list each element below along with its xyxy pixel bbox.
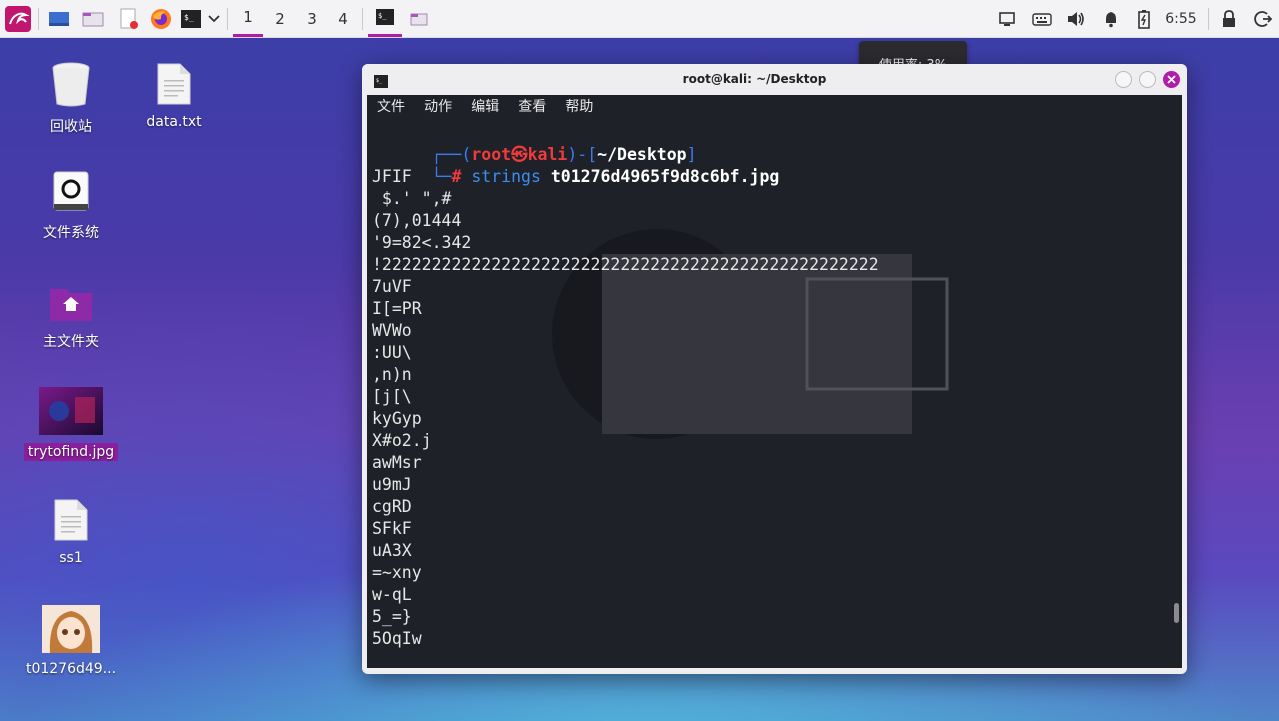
desktop-icon-label: 主文件夹 bbox=[43, 334, 99, 350]
output-line: 5OqIw bbox=[372, 629, 422, 648]
command-name: strings bbox=[471, 167, 541, 186]
output-line: 5_=} bbox=[372, 607, 412, 626]
taskbar: $_ 1 2 3 4 $_ 6:55 bbox=[0, 0, 1279, 38]
menu-help[interactable]: 帮助 bbox=[565, 95, 593, 119]
close-icon bbox=[1167, 75, 1176, 84]
menubar: 文件 动作 编辑 查看 帮助 bbox=[367, 95, 1182, 119]
output-line: $.' ",# bbox=[372, 189, 452, 208]
prompt-hash-prefix: └─ bbox=[431, 167, 452, 186]
firefox-icon[interactable] bbox=[147, 0, 175, 37]
output-line: awMsr bbox=[372, 453, 422, 472]
desktop-icon-data-txt[interactable]: data.txt bbox=[124, 62, 224, 130]
output-line: u9mJ bbox=[372, 475, 412, 494]
chevron-down-icon[interactable] bbox=[205, 0, 223, 37]
desktop-icon-label: ss1 bbox=[59, 550, 83, 566]
terminal-task-icon[interactable]: $_ bbox=[368, 0, 402, 37]
output-line: cgRD bbox=[372, 497, 412, 516]
desktop-icon-home-folder[interactable]: 主文件夹 bbox=[21, 283, 121, 351]
text-file-icon bbox=[54, 499, 88, 541]
output-line: X#o2.j bbox=[372, 431, 432, 450]
output-line: :UU\ bbox=[372, 343, 412, 362]
home-folder-icon bbox=[50, 289, 92, 321]
output-line: !222222222222222222222222222222222222222… bbox=[372, 255, 879, 274]
keyboard-icon[interactable] bbox=[1030, 0, 1054, 37]
desktop-icon-label: 回收站 bbox=[50, 119, 92, 135]
close-button[interactable] bbox=[1163, 71, 1180, 88]
output-line: JFIF bbox=[372, 167, 412, 186]
desktop-icon-t01276d49[interactable]: t01276d49... bbox=[21, 605, 121, 677]
output-line: =~xny bbox=[372, 563, 422, 582]
output-line: SFkF bbox=[372, 519, 412, 538]
show-desktop-icon[interactable] bbox=[45, 0, 73, 37]
desktop-icon-trytofind[interactable]: trytofind.jpg bbox=[21, 387, 121, 461]
workspace-1[interactable]: 1 bbox=[233, 0, 263, 37]
desktop-icon-label: trytofind.jpg bbox=[23, 443, 119, 461]
output-line: '9=82<.342 bbox=[372, 233, 472, 252]
terminal-output[interactable]: ┌──(root㉿kali)-[~/Desktop] └─# strings t… bbox=[367, 119, 1182, 668]
logout-icon[interactable] bbox=[1251, 0, 1275, 37]
notification-bell-icon[interactable] bbox=[1099, 0, 1123, 37]
file-manager-task-icon[interactable] bbox=[405, 0, 433, 37]
desktop-icon-ss1[interactable]: ss1 bbox=[21, 498, 121, 566]
image-file-icon bbox=[39, 387, 103, 435]
file-manager-icon[interactable] bbox=[79, 0, 107, 37]
window-titlebar[interactable]: $_ root@kali: ~/Desktop bbox=[362, 64, 1187, 95]
menu-edit[interactable]: 编辑 bbox=[471, 95, 499, 119]
desktop-icon-trash[interactable]: 回收站 bbox=[21, 60, 121, 136]
workspace-2[interactable]: 2 bbox=[265, 0, 295, 37]
menu-actions[interactable]: 动作 bbox=[424, 95, 452, 119]
text-file-icon bbox=[157, 63, 191, 105]
svg-text:$_: $_ bbox=[378, 12, 387, 20]
image-file-icon bbox=[42, 605, 100, 653]
text-editor-icon[interactable] bbox=[115, 0, 143, 37]
terminal-scrollbar[interactable] bbox=[1174, 603, 1179, 623]
kali-menu-icon[interactable] bbox=[3, 0, 33, 37]
trash-icon bbox=[52, 62, 90, 107]
output-line: uA3X bbox=[372, 541, 412, 560]
terminal-icon[interactable]: $_ bbox=[178, 0, 204, 37]
output-line: I[=PR bbox=[372, 299, 422, 318]
menu-view[interactable]: 查看 bbox=[518, 95, 546, 119]
desktop-icon-filesystem[interactable]: 文件系统 bbox=[21, 170, 121, 242]
display-icon[interactable] bbox=[995, 0, 1019, 37]
desktop-icon-label: data.txt bbox=[146, 114, 202, 130]
output-line: (7),01444 bbox=[372, 211, 462, 230]
output-line: 7uVF bbox=[372, 277, 412, 296]
svg-text:$_: $_ bbox=[184, 13, 194, 22]
volume-icon[interactable] bbox=[1064, 0, 1088, 37]
lock-icon[interactable] bbox=[1218, 0, 1240, 37]
workspace-4[interactable]: 4 bbox=[328, 0, 358, 37]
prompt-hash: # bbox=[451, 167, 462, 186]
window-title: root@kali: ~/Desktop bbox=[682, 72, 827, 86]
workspace-3[interactable]: 3 bbox=[297, 0, 327, 37]
clock[interactable]: 6:55 bbox=[1162, 0, 1200, 37]
maximize-button[interactable] bbox=[1139, 71, 1156, 88]
command-argument: t01276d4965f9d8c6bf.jpg bbox=[550, 167, 780, 186]
minimize-button[interactable] bbox=[1115, 71, 1132, 88]
output-line: kyGyp bbox=[372, 409, 422, 428]
desktop-icon-label: t01276d49... bbox=[25, 661, 117, 677]
drive-icon bbox=[53, 171, 89, 211]
desktop-icon-label: 文件系统 bbox=[43, 225, 99, 241]
output-line: w-qL bbox=[372, 585, 412, 604]
kali-watermark bbox=[552, 229, 949, 439]
output-line: [j[\ bbox=[372, 387, 412, 406]
terminal-window: $_ root@kali: ~/Desktop 文件 动作 编辑 查看 帮助 ┌… bbox=[362, 64, 1187, 674]
output-line: ,n)n bbox=[372, 365, 412, 384]
battery-icon[interactable] bbox=[1133, 0, 1155, 37]
menu-file[interactable]: 文件 bbox=[377, 95, 405, 119]
output-line: WVWo bbox=[372, 321, 412, 340]
